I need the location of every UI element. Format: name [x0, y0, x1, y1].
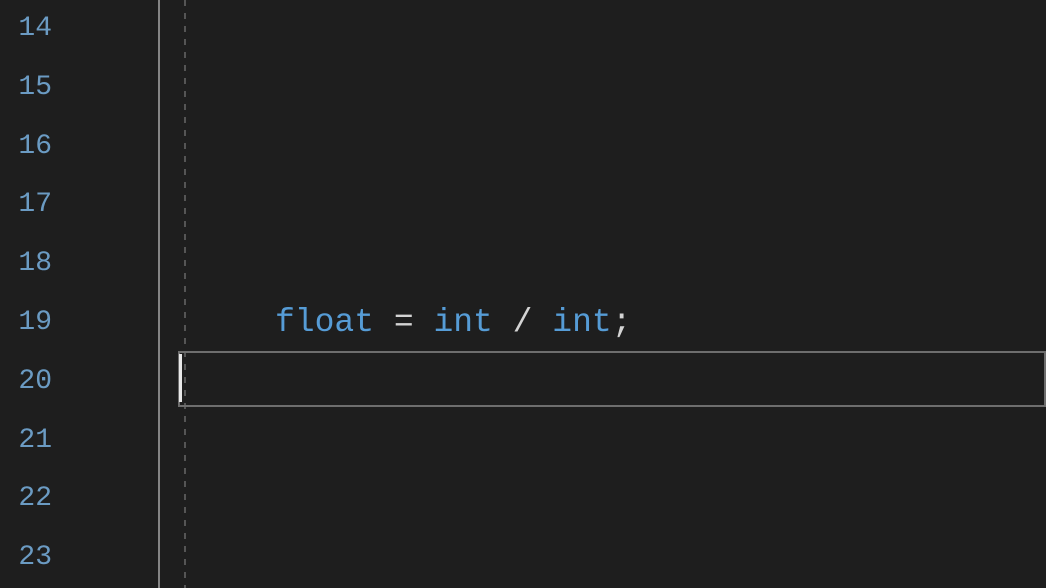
line-number: 14	[0, 0, 70, 59]
line-number: 22	[0, 470, 70, 529]
code-line-14[interactable]	[70, 0, 1046, 59]
code-editor[interactable]: 14 15 16 17 18 19 20 21 22 23 float = in…	[0, 0, 1046, 588]
line-number-gutter: 14 15 16 17 18 19 20 21 22 23	[0, 0, 70, 588]
code-lines[interactable]: float = int / int;	[70, 0, 1046, 588]
code-line-15[interactable]	[70, 59, 1046, 118]
code-line-19[interactable]	[70, 294, 1046, 353]
line-number: 23	[0, 529, 70, 588]
code-line-23[interactable]	[70, 529, 1046, 588]
code-line-17[interactable]	[70, 176, 1046, 235]
line-number: 17	[0, 176, 70, 235]
editor-content[interactable]: float = int / int;	[70, 0, 1046, 588]
code-line-20[interactable]	[70, 353, 1046, 412]
code-line-18[interactable]: float = int / int;	[70, 235, 1046, 294]
code-line-21[interactable]	[70, 412, 1046, 471]
text-cursor	[179, 354, 182, 402]
line-number: 16	[0, 118, 70, 177]
line-number: 19	[0, 294, 70, 353]
line-number: 15	[0, 59, 70, 118]
code-line-22[interactable]	[70, 470, 1046, 529]
line-number: 18	[0, 235, 70, 294]
line-number: 20	[0, 353, 70, 412]
line-number: 21	[0, 412, 70, 471]
code-line-16[interactable]	[70, 118, 1046, 177]
